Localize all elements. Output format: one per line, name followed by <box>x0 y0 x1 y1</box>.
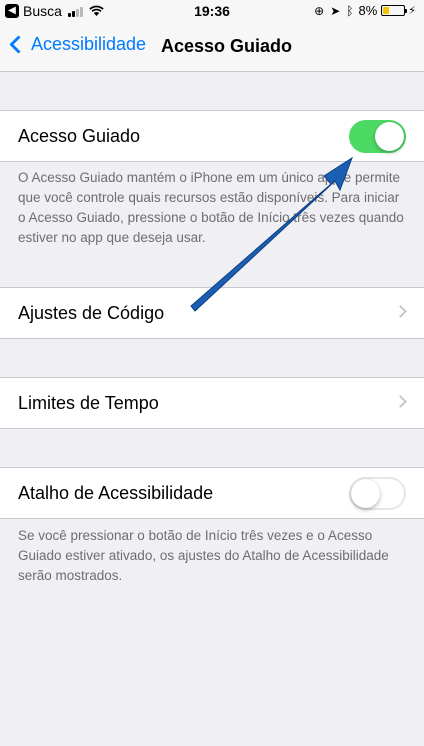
back-button-label: Acessibilidade <box>31 34 147 54</box>
battery-icon <box>381 5 408 16</box>
passcode-settings-cell[interactable]: Ajustes de Código <box>0 288 424 338</box>
status-right: ⊕ ➤ ᛒ 8% ⚡ <box>308 3 416 18</box>
guided-access-footnote: O Acesso Guiado mantém o iPhone em um ún… <box>18 170 404 245</box>
rotation-lock-icon: ⊕ <box>314 3 325 18</box>
accessibility-shortcut-label: Atalho de Acessibilidade <box>18 482 214 503</box>
toggle-knob <box>375 122 404 151</box>
chevron-left-icon <box>9 35 28 54</box>
guided-access-group: Acesso Guiado <box>0 110 424 162</box>
location-icon: ➤ <box>330 3 341 18</box>
accessibility-shortcut-group: Atalho de Acessibilidade <box>0 467 424 519</box>
accessibility-shortcut-cell: Atalho de Acessibilidade <box>0 468 424 518</box>
guided-access-label: Acesso Guiado <box>18 125 141 146</box>
guided-access-toggle[interactable] <box>349 120 406 153</box>
time-limits-cell[interactable]: Limites de Tempo <box>0 378 424 428</box>
passcode-settings-label: Ajustes de Código <box>18 302 165 323</box>
toggle-knob <box>351 479 380 508</box>
guided-access-cell: Acesso Guiado <box>0 111 424 161</box>
back-button[interactable]: Acessibilidade <box>8 34 146 55</box>
chevron-right-icon <box>394 395 407 408</box>
charging-icon: ⚡ <box>408 5 416 17</box>
bluetooth-icon: ᛒ <box>346 3 354 18</box>
chevron-right-icon <box>394 305 407 318</box>
page-title: Acesso Guiado <box>161 36 293 56</box>
battery-percent: 8% <box>358 3 378 18</box>
time-limits-label: Limites de Tempo <box>18 392 159 413</box>
time-limits-group: Limites de Tempo <box>0 377 424 429</box>
navigation-bar: Acessibilidade Acesso Guiado <box>0 22 424 72</box>
accessibility-shortcut-footnote: Se você pressionar o botão de Início trê… <box>18 528 389 583</box>
passcode-settings-group: Ajustes de Código <box>0 287 424 339</box>
accessibility-shortcut-toggle[interactable] <box>349 477 406 510</box>
status-bar: ◀ Busca 19:36 ⊕ ➤ ᛒ 8% ⚡ <box>0 0 424 22</box>
